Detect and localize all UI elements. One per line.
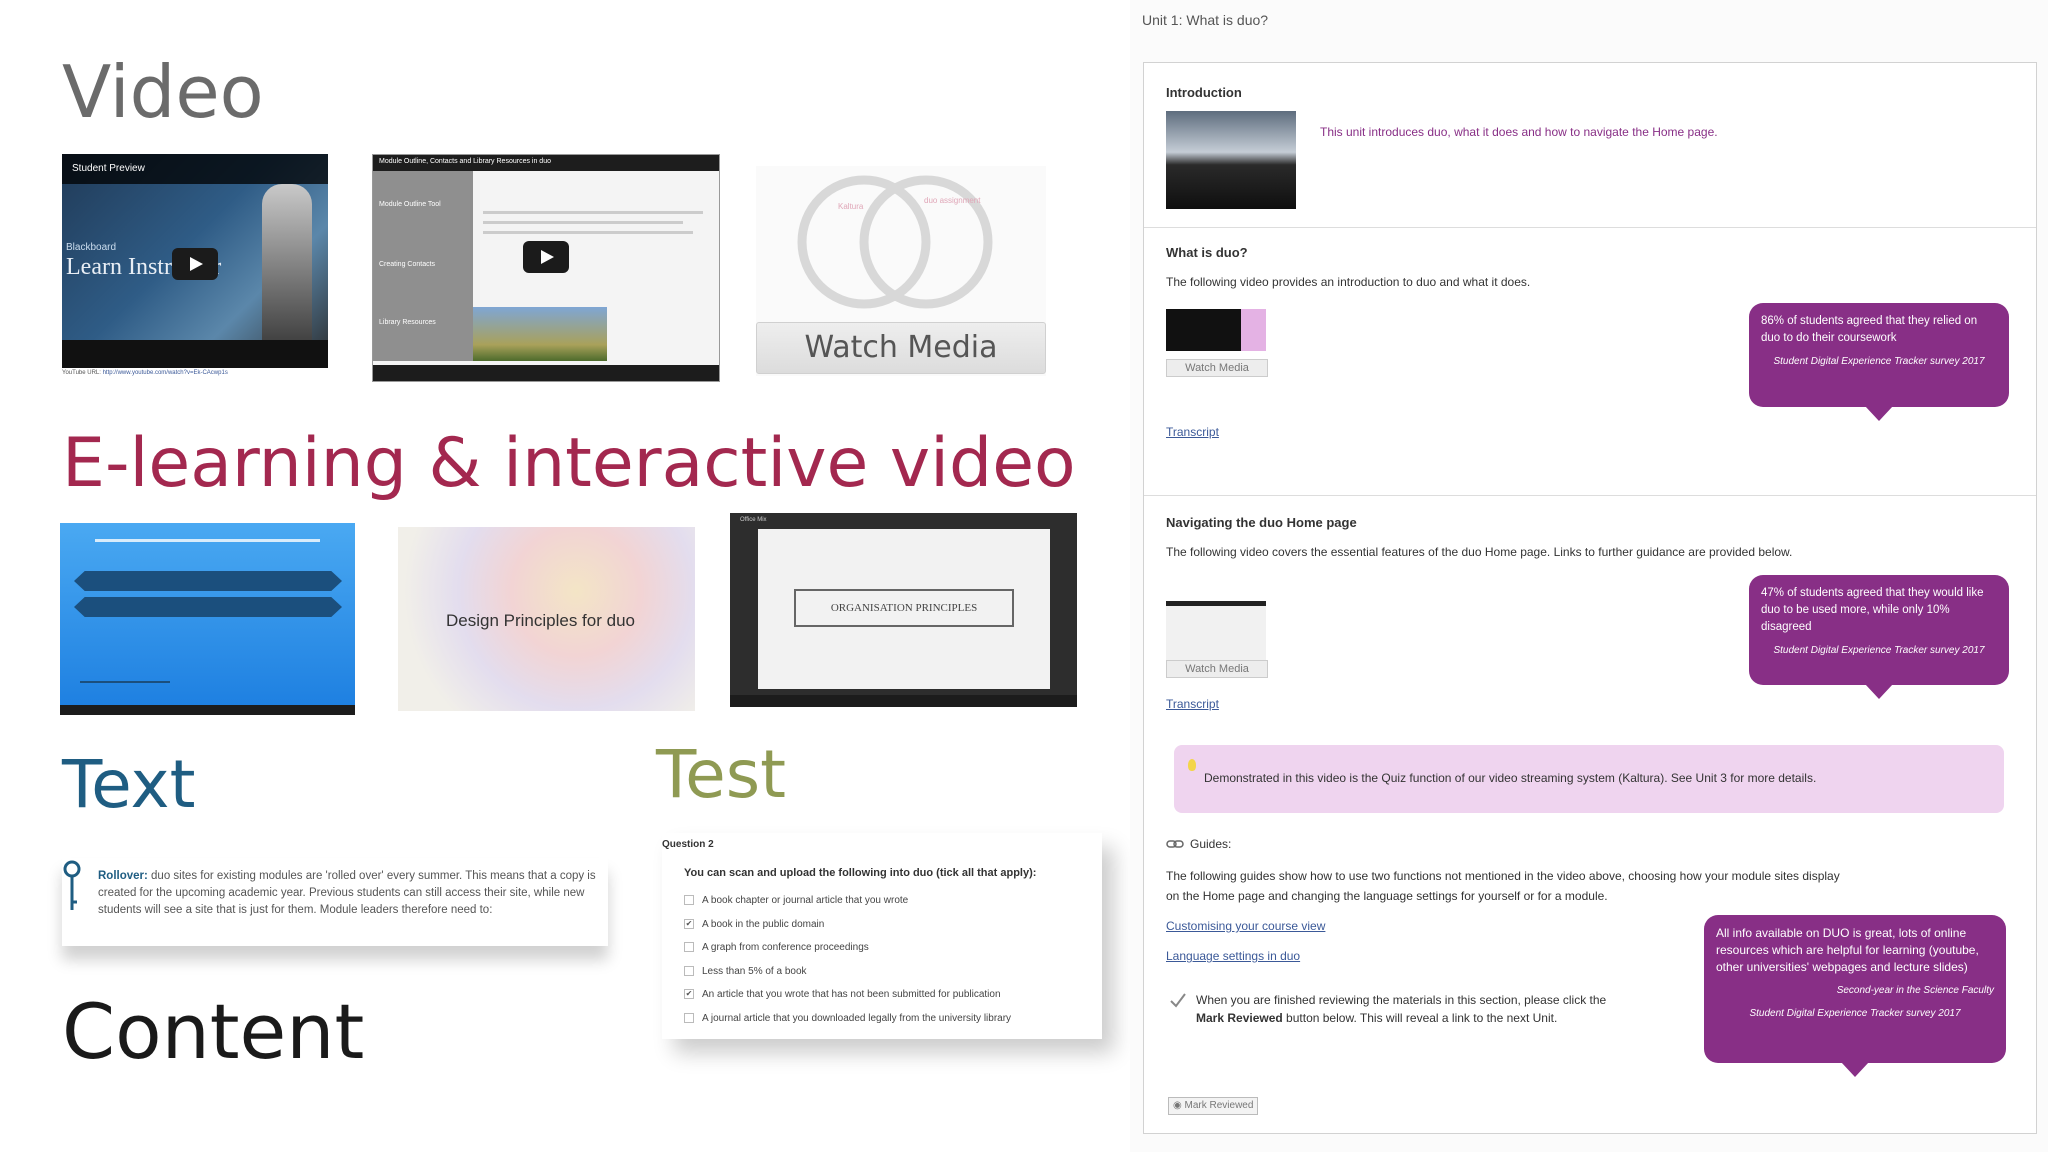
course-unit-panel: Unit 1: What is duo? Introduction This u… xyxy=(1130,0,2048,1152)
office-mix-label: Office Mix xyxy=(740,517,767,523)
rollover-text-box: Rollover: duo sites for existing modules… xyxy=(62,858,608,946)
creating-contacts-label: Creating Contacts xyxy=(379,261,436,268)
rollover-text: Rollover: duo sites for existing modules… xyxy=(98,870,596,916)
checked-checkbox[interactable]: ✔ xyxy=(684,918,694,929)
language-settings-link[interactable]: Language settings in duo xyxy=(1166,949,1300,963)
youtube-url: YouTube URL: http://www.youtube.com/watc… xyxy=(62,370,228,376)
lightbulb-icon xyxy=(1188,759,1196,771)
unchecked-checkbox[interactable] xyxy=(684,942,694,953)
quiz-option[interactable]: A journal article that you downloaded le… xyxy=(684,1013,1011,1024)
quiz-question-box: Question 2 You can scan and upload the f… xyxy=(662,833,1102,1039)
quiz-option-label: A journal article that you downloaded le… xyxy=(702,1012,1012,1024)
venn-right-label: duo assignment xyxy=(924,196,981,205)
interactive-quiz-thumbnail[interactable] xyxy=(60,523,355,715)
play-icon[interactable] xyxy=(172,248,218,280)
video-control-bar[interactable] xyxy=(730,695,1077,707)
checkmark-icon xyxy=(1170,993,1186,1008)
what-is-duo-title: What is duo? xyxy=(1166,245,1248,260)
video-control-bar[interactable] xyxy=(373,365,719,381)
what-is-duo-text: The following video provides an introduc… xyxy=(1166,275,1531,289)
intro-image xyxy=(1166,111,1296,209)
module-tour-title: Module Outline, Contacts and Library Res… xyxy=(379,158,551,165)
blackboard-label: Blackboard xyxy=(66,242,117,253)
navigating-title: Navigating the duo Home page xyxy=(1166,515,1357,530)
watch-media-button[interactable]: Watch Media xyxy=(1166,359,1268,377)
key-icon xyxy=(63,860,81,910)
watch-media-thumbnail[interactable]: Kaltura duo assignment Watch Media xyxy=(756,166,1046,376)
quiz-option-label: Less than 5% of a book xyxy=(702,965,807,977)
survey-bubble-used-more: 47% of students agreed that they would l… xyxy=(1749,575,2009,699)
transcript-link[interactable]: Transcript xyxy=(1166,697,1219,711)
design-principles-label: Design Principles for duo xyxy=(446,611,635,630)
venn-left-label: Kaltura xyxy=(838,202,864,211)
video-control-bar[interactable] xyxy=(60,705,355,715)
unchecked-checkbox[interactable] xyxy=(684,965,694,976)
what-is-duo-video-thumbnail[interactable] xyxy=(1166,309,1266,351)
reviewed-icon: ◉ xyxy=(1173,1100,1185,1111)
survey-bubble-relied: 86% of students agreed that they relied … xyxy=(1749,303,2009,421)
guides-label: Guides: xyxy=(1190,837,1232,851)
checked-checkbox[interactable]: ✔ xyxy=(684,989,694,1000)
quiz-option[interactable]: ✔ An article that you wrote that has not … xyxy=(684,989,1001,1000)
text-heading: Text xyxy=(62,746,196,823)
question-number: Question 2 xyxy=(662,839,714,850)
play-icon[interactable] xyxy=(523,241,569,273)
test-heading: Test xyxy=(656,736,786,813)
quiz-option[interactable]: Less than 5% of a book xyxy=(684,966,807,977)
quiz-option[interactable]: A book chapter or journal article that y… xyxy=(684,895,908,906)
navigating-video-thumbnail[interactable] xyxy=(1166,601,1266,663)
watch-media-button[interactable]: Watch Media xyxy=(1166,660,1268,678)
transcript-link[interactable]: Transcript xyxy=(1166,425,1219,439)
quiz-option-label: An article that you wrote that has not b… xyxy=(702,989,1001,1000)
unit-title[interactable]: Unit 1: What is duo? xyxy=(1142,12,1268,28)
quiz-option[interactable]: A graph from conference proceedings xyxy=(684,942,869,953)
finish-text-2: Mark Reviewed button below. This will re… xyxy=(1196,1011,1558,1025)
venn-diagram-icon xyxy=(797,175,993,309)
unit-content-card: Introduction This unit introduces duo, w… xyxy=(1143,62,2037,1134)
elearning-heading: E-learning & interactive video xyxy=(62,424,1076,503)
design-principles-thumbnail[interactable]: Design Principles for duo xyxy=(398,527,695,711)
organisation-principles-label: ORGANISATION PRINCIPLES xyxy=(794,589,1014,627)
quiz-note-text: Demonstrated in this video is the Quiz f… xyxy=(1204,771,1817,785)
module-outline-tool-label: Module Outline Tool xyxy=(379,201,441,208)
organisation-principles-thumbnail[interactable]: Office Mix ORGANISATION PRINCIPLES xyxy=(730,513,1077,707)
navigating-text: The following video covers the essential… xyxy=(1166,545,1793,559)
link-icon xyxy=(1166,840,1184,848)
guides-text-2: on the Home page and changing the langua… xyxy=(1166,889,1608,903)
quiz-note: Demonstrated in this video is the Quiz f… xyxy=(1174,745,2004,813)
unchecked-checkbox[interactable] xyxy=(684,895,694,906)
intro-text: This unit introduces duo, what it does a… xyxy=(1320,125,1718,139)
unchecked-checkbox[interactable] xyxy=(684,1012,694,1023)
student-preview-video-thumbnail[interactable]: Student Preview Blackboard Learn Instruc… xyxy=(62,154,328,368)
finish-text-1: When you are finished reviewing the mate… xyxy=(1196,993,1607,1007)
watch-media-button[interactable]: Watch Media xyxy=(756,322,1046,374)
content-heading: Content xyxy=(62,987,365,1076)
video-heading: Video xyxy=(62,50,264,134)
student-quote-bubble: All info available on DUO is great, lots… xyxy=(1704,915,2006,1077)
quiz-option-label: A book in the public domain xyxy=(702,918,825,930)
customising-course-view-link[interactable]: Customising your course view xyxy=(1166,919,1325,933)
quiz-option-label: A book chapter or journal article that y… xyxy=(702,895,909,906)
student-preview-label: Student Preview xyxy=(72,163,145,174)
library-resources-label: Library Resources xyxy=(379,319,436,326)
question-prompt: You can scan and upload the following in… xyxy=(684,867,1037,879)
quiz-option[interactable]: ✔ A book in the public domain xyxy=(684,919,824,930)
guides-text-1: The following guides show how to use two… xyxy=(1166,869,1840,883)
intro-title: Introduction xyxy=(1166,85,1242,100)
mark-reviewed-button[interactable]: ◉ Mark Reviewed xyxy=(1168,1097,1259,1115)
quiz-option-label: A graph from conference proceedings xyxy=(702,942,869,953)
module-tour-video-thumbnail[interactable]: Module Outline, Contacts and Library Res… xyxy=(372,154,720,382)
